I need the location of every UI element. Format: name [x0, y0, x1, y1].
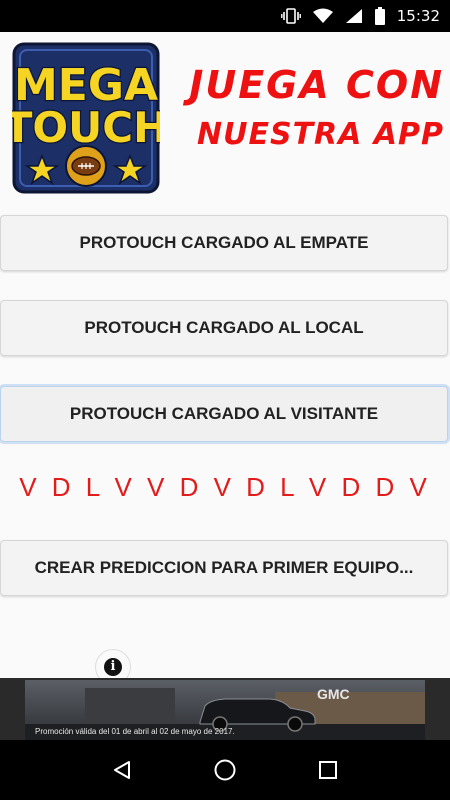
battery-icon — [374, 7, 385, 25]
logo-line2: TOUCH — [12, 103, 160, 152]
slogan: JUEGA CON NUESTRA APP — [184, 62, 444, 153]
recents-button[interactable] — [308, 750, 348, 790]
mega-touch-logo: MEGA TOUCH — [3, 42, 169, 194]
signal-icon — [345, 8, 363, 24]
recents-icon — [319, 761, 338, 779]
protouch-visitante-button[interactable]: PROTOUCH CARGADO AL VISITANTE — [0, 386, 448, 442]
back-icon — [113, 761, 130, 779]
clock: 15:32 — [396, 7, 440, 25]
navigation-bar — [0, 740, 450, 800]
slogan-line1: JUEGA CON — [189, 63, 444, 107]
header: MEGA TOUCH JUEGA CON NUESTRA APP — [0, 32, 450, 202]
app-content: MEGA TOUCH JUEGA CON NUESTRA APP PROTOUC… — [0, 32, 450, 685]
info-icon: i — [104, 658, 122, 676]
crear-prediccion-button[interactable]: CREAR PREDICCION PARA PRIMER EQUIPO... — [0, 540, 448, 596]
ad-disclaimer: Promoción válida del 01 de abril al 02 d… — [35, 727, 235, 736]
ad-brand: GMC — [317, 686, 350, 702]
home-button[interactable] — [205, 750, 245, 790]
back-button[interactable] — [102, 750, 142, 790]
protouch-empate-button[interactable]: PROTOUCH CARGADO AL EMPATE — [0, 215, 448, 271]
ad-area: GMC Promoción válida del 01 de abril al … — [0, 678, 450, 740]
status-bar: 15:32 — [0, 0, 450, 32]
home-icon — [214, 759, 236, 781]
wifi-icon — [312, 8, 333, 24]
football-icon — [65, 145, 107, 187]
ad-banner[interactable]: GMC Promoción válida del 01 de abril al … — [25, 680, 425, 740]
vibrate-icon — [280, 8, 301, 24]
protouch-local-button[interactable]: PROTOUCH CARGADO AL LOCAL — [0, 300, 448, 356]
prediction-sequence: V D L V V D V D L V D D V — [19, 472, 431, 502]
slogan-line2: NUESTRA APP — [197, 116, 444, 152]
